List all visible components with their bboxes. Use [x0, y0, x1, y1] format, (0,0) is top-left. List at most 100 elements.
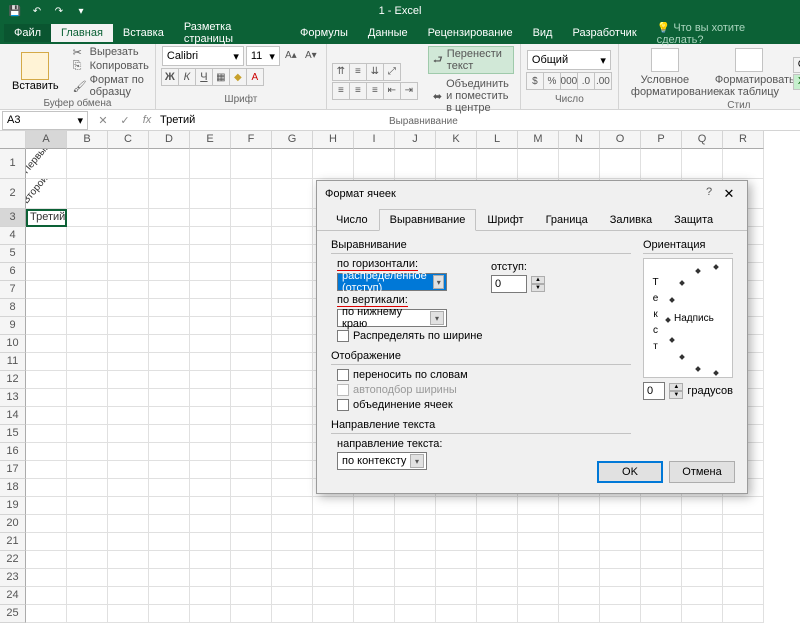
increase-indent-button[interactable]: ⇥ [400, 82, 418, 100]
text-direction-select[interactable]: по контексту▾ [337, 452, 427, 470]
cell[interactable] [26, 587, 67, 605]
cell[interactable] [231, 227, 272, 245]
cell[interactable] [231, 533, 272, 551]
col-header[interactable]: E [190, 131, 231, 149]
fx-button[interactable]: fx [138, 114, 156, 126]
undo-icon[interactable]: ↶ [30, 4, 44, 18]
cell[interactable] [67, 335, 108, 353]
cell[interactable] [231, 407, 272, 425]
cell[interactable] [26, 461, 67, 479]
cell[interactable] [26, 605, 67, 623]
cell[interactable] [149, 497, 190, 515]
col-header[interactable]: C [108, 131, 149, 149]
cell[interactable] [67, 497, 108, 515]
cell[interactable] [190, 515, 231, 533]
cell[interactable] [26, 551, 67, 569]
cell[interactable] [395, 497, 436, 515]
row-header[interactable]: 4 [0, 227, 26, 245]
increase-font-button[interactable]: A▴ [282, 46, 300, 64]
degrees-up-button[interactable]: ▲ [669, 383, 683, 391]
cell[interactable] [272, 425, 313, 443]
col-header[interactable]: K [436, 131, 477, 149]
cell[interactable] [641, 587, 682, 605]
cell[interactable] [518, 515, 559, 533]
cell[interactable] [108, 389, 149, 407]
cell[interactable] [723, 497, 764, 515]
style-good[interactable]: Хороший [793, 74, 800, 90]
cell[interactable] [190, 281, 231, 299]
cell[interactable] [723, 533, 764, 551]
cell[interactable] [26, 425, 67, 443]
cell[interactable] [272, 515, 313, 533]
cell[interactable] [518, 533, 559, 551]
cell[interactable] [149, 479, 190, 497]
cell[interactable] [149, 281, 190, 299]
cell-a3[interactable]: Третий [26, 209, 67, 227]
cell[interactable] [354, 587, 395, 605]
cell[interactable] [559, 533, 600, 551]
row-header[interactable]: 11 [0, 353, 26, 371]
cell[interactable] [149, 317, 190, 335]
cell[interactable] [272, 461, 313, 479]
align-bottom-button[interactable]: ⇊ [366, 63, 384, 81]
cell[interactable] [149, 515, 190, 533]
increase-decimal-button[interactable]: .0 [577, 72, 595, 90]
cell[interactable] [67, 299, 108, 317]
distribute-checkbox[interactable]: Распределять по ширине [331, 330, 631, 342]
indent-up-button[interactable]: ▲ [531, 276, 545, 284]
cell[interactable] [559, 551, 600, 569]
cell[interactable] [272, 569, 313, 587]
align-top-button[interactable]: ⇈ [332, 63, 350, 81]
row-header[interactable]: 6 [0, 263, 26, 281]
cell[interactable] [26, 389, 67, 407]
row-header[interactable]: 20 [0, 515, 26, 533]
cell[interactable] [600, 569, 641, 587]
font-size-select[interactable]: 11▾ [246, 46, 280, 66]
cell[interactable] [354, 569, 395, 587]
cut-button[interactable]: ✂Вырезать [73, 46, 149, 58]
cell[interactable] [108, 371, 149, 389]
row-header[interactable]: 17 [0, 461, 26, 479]
cell[interactable] [67, 425, 108, 443]
name-box[interactable]: A3▾ [2, 111, 88, 130]
font-color-button[interactable]: A [246, 68, 264, 86]
cell[interactable] [395, 149, 436, 179]
qat-customize-icon[interactable]: ▾ [74, 4, 88, 18]
cell[interactable] [108, 605, 149, 623]
cell[interactable] [67, 149, 108, 179]
cell[interactable] [723, 605, 764, 623]
decrease-indent-button[interactable]: ⇤ [383, 82, 401, 100]
cell[interactable] [190, 605, 231, 623]
underline-button[interactable]: Ч [195, 68, 213, 86]
cell[interactable] [231, 179, 272, 209]
tab-border[interactable]: Граница [535, 209, 599, 231]
row-header[interactable]: 5 [0, 245, 26, 263]
cell[interactable] [67, 515, 108, 533]
cell[interactable] [108, 461, 149, 479]
cell[interactable] [272, 149, 313, 179]
merge-cells-checkbox[interactable]: объединение ячеек [331, 399, 631, 411]
cell[interactable] [272, 587, 313, 605]
cell[interactable] [26, 227, 67, 245]
tab-alignment[interactable]: Выравнивание [379, 209, 477, 231]
cell[interactable] [149, 389, 190, 407]
cell[interactable] [108, 497, 149, 515]
cell-a1[interactable]: Первый [26, 149, 67, 179]
tab-insert[interactable]: Вставка [113, 24, 174, 42]
cell[interactable] [272, 497, 313, 515]
row-header[interactable]: 7 [0, 281, 26, 299]
cell[interactable] [395, 587, 436, 605]
cell[interactable] [190, 245, 231, 263]
cell[interactable] [641, 569, 682, 587]
cell[interactable] [682, 605, 723, 623]
tab-fill[interactable]: Заливка [599, 209, 663, 231]
align-center-button[interactable]: ≡ [349, 82, 367, 100]
cell[interactable] [559, 497, 600, 515]
cell[interactable] [559, 569, 600, 587]
cell[interactable] [395, 605, 436, 623]
tab-protection[interactable]: Защита [663, 209, 724, 231]
cell[interactable] [67, 407, 108, 425]
cell[interactable] [477, 533, 518, 551]
cell[interactable] [313, 497, 354, 515]
cell[interactable] [67, 371, 108, 389]
